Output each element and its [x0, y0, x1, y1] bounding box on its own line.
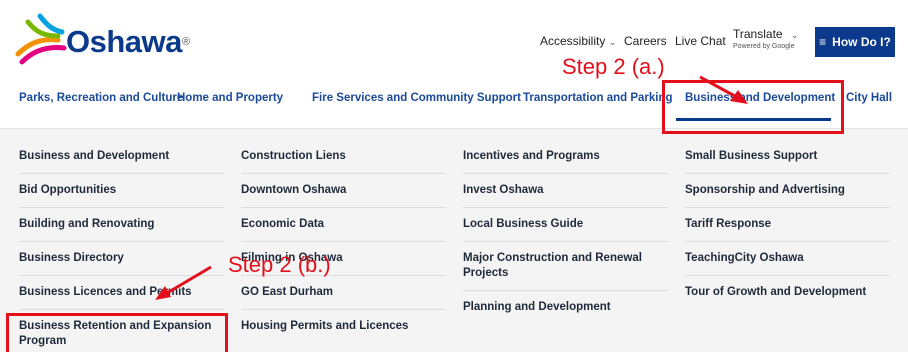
highlight-box-business-retention: [6, 313, 228, 352]
annotation-arrow-b: [155, 265, 212, 300]
